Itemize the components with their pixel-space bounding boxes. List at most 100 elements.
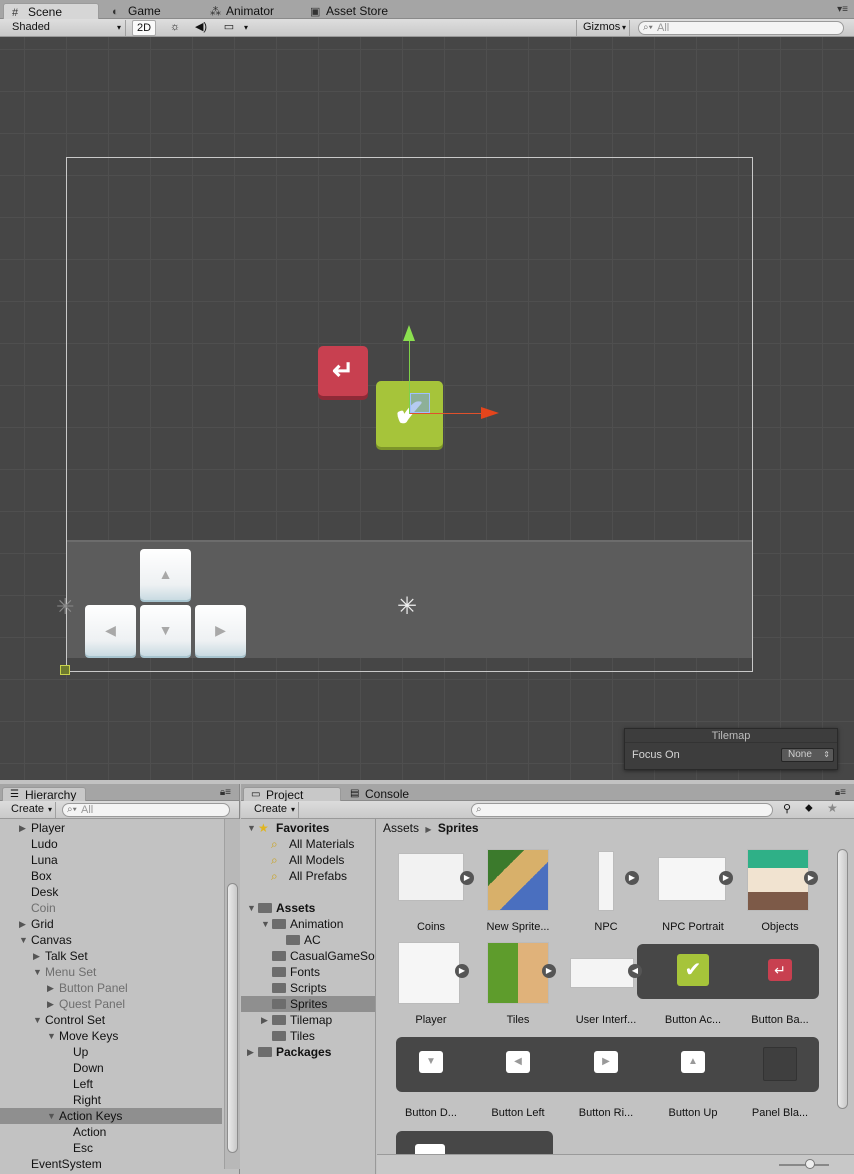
button-right-sprite[interactable]: ▶ <box>195 605 246 656</box>
hierarchy-scrollbar[interactable] <box>224 819 240 1169</box>
project-folder-item[interactable]: Fonts <box>241 964 375 980</box>
expand-arrow-icon[interactable]: ▶ <box>625 871 639 885</box>
lighting-toggle-icon[interactable]: ☼ <box>164 20 186 36</box>
button-up-sprite[interactable]: ▲ <box>140 549 191 600</box>
expand-arrow-icon[interactable]: ▶ <box>47 996 54 1012</box>
2d-toggle-button[interactable]: 2D <box>132 20 156 36</box>
project-folder-item[interactable]: CasualGameSounds <box>241 948 375 964</box>
expand-arrow-icon[interactable]: ▶ <box>19 916 26 932</box>
hierarchy-item[interactable]: Up <box>0 1044 222 1060</box>
button-left-sprite[interactable]: ◀ <box>85 605 136 656</box>
hierarchy-item[interactable]: Desk <box>0 884 222 900</box>
breadcrumb-sprites[interactable]: Sprites <box>438 821 479 835</box>
project-folder-item[interactable]: ▼ Assets <box>241 900 375 916</box>
audio-toggle-icon[interactable]: ◀) <box>190 20 212 36</box>
tab-hierarchy[interactable]: ☰ Hierarchy <box>2 787 86 802</box>
collapse-arrow-icon[interactable]: ▼ <box>261 916 270 932</box>
shading-mode-dropdown[interactable]: Shaded ▾ <box>4 20 126 36</box>
collapse-arrow-icon[interactable]: ▼ <box>33 1012 42 1028</box>
expand-arrow-icon[interactable]: ▶ <box>719 871 733 885</box>
expand-arrow-icon[interactable]: ▶ <box>19 820 26 836</box>
hierarchy-item[interactable]: ▼ Control Set <box>0 1012 222 1028</box>
hierarchy-item[interactable]: Down <box>0 1060 222 1076</box>
hierarchy-item[interactable]: Esc <box>0 1140 222 1156</box>
button-back-sprite[interactable]: ↵ <box>318 346 368 396</box>
hierarchy-item[interactable]: ▼ Move Keys <box>0 1028 222 1044</box>
expand-arrow-icon[interactable]: ▶ <box>247 1044 254 1060</box>
project-folder-item[interactable]: ▶ Tilemap <box>241 1012 375 1028</box>
effects-image-icon[interactable]: ▭ <box>218 20 240 36</box>
favorites-item[interactable]: ⌕ All Prefabs <box>241 868 375 884</box>
filter-by-type-icon[interactable]: ⚲ <box>783 802 791 815</box>
thumbnail-size-slider[interactable] <box>779 1164 829 1166</box>
tab-console[interactable]: ▤ Console <box>343 787 437 802</box>
lock-menu-icon[interactable]: 🔒︎≡ <box>835 787 846 798</box>
collapse-arrow-icon[interactable]: ▼ <box>247 900 256 916</box>
collapse-arrow-icon[interactable]: ◀ <box>628 964 642 978</box>
expand-arrow-icon[interactable]: ▶ <box>460 871 474 885</box>
button-down-sprite[interactable]: ▼ <box>140 605 191 656</box>
project-folder-item[interactable]: Tiles <box>241 1028 375 1044</box>
expand-arrow-icon[interactable]: ▶ <box>261 1012 268 1028</box>
hierarchy-item[interactable]: ▶ Button Panel <box>0 980 222 996</box>
y-axis-arrow-icon[interactable] <box>403 325 415 341</box>
hierarchy-item[interactable]: ▼ Action Keys <box>0 1108 222 1124</box>
hierarchy-item[interactable]: ▶ Grid <box>0 916 222 932</box>
project-folder-item[interactable]: ▶ Packages <box>241 1044 375 1060</box>
expand-arrow-icon[interactable]: ▶ <box>804 871 818 885</box>
hierarchy-create-dropdown[interactable]: Create ▾ <box>4 802 56 818</box>
effects-dropdown-arrow-icon[interactable]: ▾ <box>240 20 252 36</box>
project-search-input[interactable]: ⌕ <box>471 803 773 817</box>
hierarchy-item[interactable]: Ludo <box>0 836 222 852</box>
hierarchy-item[interactable]: EventSystem <box>0 1156 222 1172</box>
collapse-arrow-icon[interactable]: ▼ <box>33 964 42 980</box>
hierarchy-item[interactable]: ▶ Quest Panel <box>0 996 222 1012</box>
scene-search-input[interactable]: ⌕▾ All <box>638 21 844 35</box>
hierarchy-item[interactable]: ▶ Player <box>0 820 222 836</box>
scene-view[interactable]: ▲ ◀ ▼ ▶ ✳ ✳ ↵ ✔ Tilemap Focus On None ⇕ <box>0 37 854 780</box>
favorite-star-icon[interactable]: ★ <box>827 801 838 815</box>
lock-menu-icon[interactable]: 🔒︎≡ <box>220 787 231 798</box>
thumbnail-size-slider-handle[interactable] <box>805 1159 815 1169</box>
tab-game[interactable]: ◐ Game <box>104 3 190 19</box>
x-axis-arrow-icon[interactable] <box>481 407 499 419</box>
project-create-dropdown[interactable]: Create ▾ <box>247 802 299 818</box>
project-folder-item[interactable]: Sprites <box>241 996 375 1012</box>
collapse-arrow-icon[interactable]: ▼ <box>47 1108 56 1124</box>
pivot-gizmo-icon[interactable]: ✳ <box>397 592 417 621</box>
hierarchy-search-input[interactable]: ⌕▾ All <box>62 803 230 817</box>
hierarchy-item[interactable]: Coin <box>0 900 222 916</box>
tab-animator[interactable]: ⁂ Animator <box>202 3 298 19</box>
hierarchy-item[interactable]: Box <box>0 868 222 884</box>
project-folder-item[interactable]: ▼ Animation <box>241 916 375 932</box>
hierarchy-item[interactable]: ▼ Menu Set <box>0 964 222 980</box>
hierarchy-item[interactable]: Action <box>0 1124 222 1140</box>
asset-scroll-thumb[interactable] <box>837 849 848 1109</box>
collapse-arrow-icon[interactable]: ▼ <box>47 1028 56 1044</box>
favorites-item[interactable]: ⌕ All Models <box>241 852 375 868</box>
asset-scrollbar[interactable] <box>835 839 851 1151</box>
project-folder-item[interactable]: Scripts <box>241 980 375 996</box>
expand-arrow-icon[interactable]: ▶ <box>542 964 556 978</box>
tab-menu-icon[interactable]: ▾≡ <box>837 4 848 15</box>
anchor-gizmo-icon[interactable]: ✳ <box>56 594 74 620</box>
move-gizmo-x-axis[interactable] <box>410 413 482 414</box>
expand-arrow-icon[interactable]: ▶ <box>455 964 469 978</box>
filter-by-label-icon[interactable]: ⬥ <box>805 802 813 815</box>
hierarchy-item[interactable]: Luna <box>0 852 222 868</box>
hierarchy-item[interactable]: Right <box>0 1092 222 1108</box>
favorites-item[interactable]: ⌕ All Materials <box>241 836 375 852</box>
tab-project[interactable]: ▭ Project <box>243 787 341 802</box>
hierarchy-item[interactable]: ▼ Canvas <box>0 932 222 948</box>
project-folder-item[interactable]: AC <box>241 932 375 948</box>
hierarchy-item[interactable]: Left <box>0 1076 222 1092</box>
focus-on-dropdown[interactable]: None ⇕ <box>781 748 834 762</box>
hierarchy-item[interactable]: ▶ Talk Set <box>0 948 222 964</box>
collapse-arrow-icon[interactable]: ▼ <box>19 932 28 948</box>
move-gizmo-plane-handle[interactable] <box>410 393 430 413</box>
tab-asset-store[interactable]: ▣ Asset Store <box>302 3 402 19</box>
expand-arrow-icon[interactable]: ▶ <box>47 980 54 996</box>
expand-arrow-icon[interactable]: ▶ <box>33 948 40 964</box>
breadcrumb-assets[interactable]: Assets <box>383 821 419 835</box>
gizmos-dropdown[interactable]: Gizmos ▾ <box>576 20 630 36</box>
